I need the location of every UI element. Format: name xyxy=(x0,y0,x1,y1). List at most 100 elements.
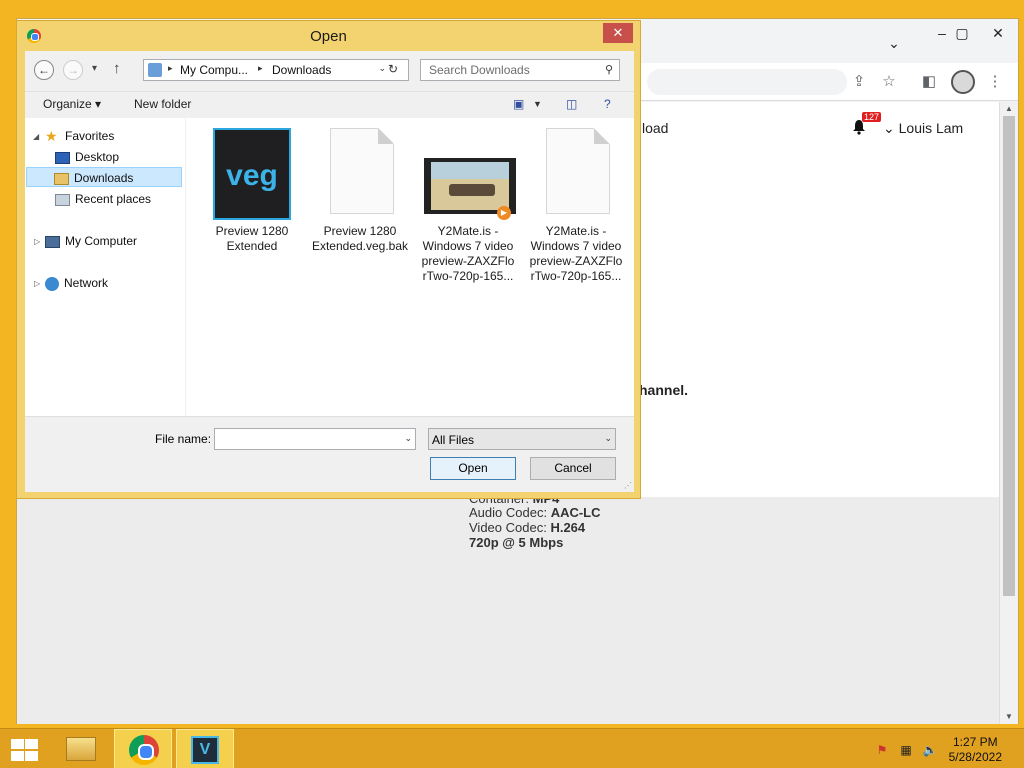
chrome-icon xyxy=(129,735,159,765)
share-icon[interactable]: ⇪ xyxy=(849,72,869,92)
file-name-label: File name: xyxy=(155,432,212,446)
open-button[interactable]: Open xyxy=(430,457,516,480)
tree-item-downloads[interactable]: Downloads xyxy=(26,167,182,187)
maximize-icon[interactable]: ▢ xyxy=(947,23,977,43)
breadcrumb-downloads[interactable]: Downloads xyxy=(272,63,331,77)
notification-count-badge: 127 xyxy=(862,112,882,122)
action-center-flag-icon[interactable]: ⚑ xyxy=(874,743,890,757)
document-file-icon xyxy=(321,128,399,218)
address-dropdown-icon[interactable]: ⌄ xyxy=(378,63,386,74)
tree-item-favorites[interactable]: ★ Favorites xyxy=(45,126,114,146)
expand-arrow-icon[interactable]: ▷ xyxy=(34,237,40,246)
recent-places-icon xyxy=(55,193,70,206)
tree-item-network[interactable]: Network xyxy=(45,273,108,293)
breadcrumb-my-computer[interactable]: My Compu... xyxy=(180,63,248,77)
chevron-down-icon: ⌄ xyxy=(883,120,895,136)
refresh-icon[interactable]: ↻ xyxy=(388,62,398,76)
navigation-pane: ◢ ★ Favorites Desktop Downloads Recent pl… xyxy=(25,118,185,416)
close-window-icon[interactable]: ✕ xyxy=(983,23,1013,43)
file-item[interactable]: Preview 1280 Extended.veg.bak xyxy=(310,128,410,254)
tab-search-icon[interactable]: ⌄ xyxy=(879,33,909,53)
downloads-folder-icon xyxy=(148,63,162,77)
downloads-folder-icon xyxy=(54,172,69,185)
play-icon: ▶ xyxy=(497,206,511,220)
file-item[interactable]: veg Preview 1280 Extended xyxy=(202,128,302,254)
preview-pane-icon[interactable]: ◫ xyxy=(566,97,577,111)
file-item[interactable]: ▶ Y2Mate.is - Windows 7 video preview-ZA… xyxy=(418,128,518,284)
chevron-down-icon[interactable]: ⌄ xyxy=(404,433,412,444)
file-item[interactable]: Y2Mate.is - Windows 7 video preview-ZAXZ… xyxy=(526,128,626,284)
address-row: ← → ▾ ↑ ▸ My Compu... ▸ Downloads ⌄ ↻ Se… xyxy=(25,51,634,91)
profile-avatar[interactable] xyxy=(951,70,975,94)
resize-grip-icon[interactable]: ⋰ xyxy=(624,481,632,490)
view-options-chevron-icon[interactable]: ▼ xyxy=(533,99,542,109)
file-type-select[interactable]: All Files ⌄ xyxy=(428,428,616,450)
menu-kebab-icon[interactable]: ⋮ xyxy=(985,72,1005,92)
breadcrumb-separator-icon[interactable]: ▸ xyxy=(168,63,173,74)
tree-item-recent-places[interactable]: Recent places xyxy=(55,189,151,209)
file-name: Preview 1280 Extended xyxy=(215,224,289,253)
computer-icon xyxy=(45,235,60,248)
network-tray-icon[interactable]: ▦ xyxy=(898,743,914,757)
new-folder-button[interactable]: New folder xyxy=(134,97,191,111)
desktop-icon xyxy=(55,151,70,164)
breadcrumb-separator-icon[interactable]: ▸ xyxy=(258,63,263,74)
vegas-pro-icon: V xyxy=(191,736,219,764)
scroll-down-arrow-icon[interactable]: ▼ xyxy=(1000,710,1018,724)
file-type-value: All Files xyxy=(432,433,475,447)
dialog-titlebar[interactable]: Open ✕ xyxy=(17,21,640,51)
tree-item-my-computer[interactable]: My Computer xyxy=(45,231,137,251)
taskbar: V ⚑ ▦ 🔈 1:27 PM 5/28/2022 xyxy=(0,728,1024,768)
video-file-icon: ▶ xyxy=(424,128,516,220)
page-channel-fragment: hannel. xyxy=(639,382,689,398)
search-icon: ⚲ xyxy=(604,64,613,76)
help-icon[interactable]: ? xyxy=(604,97,611,111)
dialog-body: ← → ▾ ↑ ▸ My Compu... ▸ Downloads ⌄ ↻ Se… xyxy=(25,51,634,492)
file-name: Preview 1280 Extended.veg.bak xyxy=(311,224,409,253)
forward-arrow-icon[interactable]: → xyxy=(63,60,83,80)
up-arrow-icon[interactable]: ↑ xyxy=(113,60,121,77)
chevron-down-icon: ⌄ xyxy=(604,433,612,443)
page-scrollbar[interactable]: ▲ ▼ xyxy=(999,102,1018,724)
user-name: Louis Lam xyxy=(898,120,964,136)
clock-time: 1:27 PM xyxy=(952,735,998,749)
volume-muted-icon[interactable]: 🔈 xyxy=(922,743,938,757)
taskbar-file-explorer[interactable] xyxy=(52,729,110,768)
dialog-title: Open xyxy=(310,28,347,45)
taskbar-chrome[interactable] xyxy=(114,729,172,768)
search-input[interactable]: Search Downloads ⚲ xyxy=(420,59,620,81)
user-menu[interactable]: ⌄ Louis Lam xyxy=(883,120,963,137)
taskbar-vegas[interactable]: V xyxy=(176,729,234,768)
dialog-footer: File name: ⌄ All Files ⌄ Open Cancel ⋰ xyxy=(25,416,634,492)
codec-quality: 720p @ 5 Mbps xyxy=(469,535,564,550)
address-breadcrumb[interactable]: ▸ My Compu... ▸ Downloads ⌄ xyxy=(143,59,409,81)
system-clock[interactable]: 1:27 PM 5/28/2022 xyxy=(949,735,1002,765)
file-name-input[interactable]: ⌄ xyxy=(214,428,416,450)
expand-arrow-icon[interactable]: ▷ xyxy=(34,279,40,288)
side-panel-icon[interactable]: ◧ xyxy=(919,72,939,92)
back-arrow-icon[interactable]: ← xyxy=(34,60,54,80)
scroll-thumb[interactable] xyxy=(1003,116,1015,596)
file-explorer-icon xyxy=(66,737,96,761)
file-name: Y2Mate.is - Windows 7 video preview-ZAXZ… xyxy=(421,224,515,283)
start-button[interactable] xyxy=(8,738,38,762)
organize-button[interactable]: Organize ▾ xyxy=(43,97,101,111)
document-file-icon xyxy=(537,128,615,218)
star-icon: ★ xyxy=(45,128,58,145)
file-list: veg Preview 1280 Extended Preview 1280 E… xyxy=(185,118,634,416)
recent-locations-chevron-icon[interactable]: ▾ xyxy=(92,63,97,74)
codec-audio: Audio Codec: AAC-LC xyxy=(469,505,601,520)
file-name: Y2Mate.is - Windows 7 video preview-ZAXZ… xyxy=(529,224,623,283)
open-file-dialog: Open ✕ ← → ▾ ↑ ▸ My Compu... ▸ Downloads… xyxy=(16,20,641,499)
change-view-icon[interactable]: ▣ xyxy=(513,97,524,111)
collapse-arrow-icon[interactable]: ◢ xyxy=(33,132,39,141)
dialog-close-button[interactable]: ✕ xyxy=(603,23,633,43)
scroll-up-arrow-icon[interactable]: ▲ xyxy=(1000,102,1018,116)
address-bar[interactable] xyxy=(647,69,847,95)
page-download-fragment: load xyxy=(642,120,669,136)
tree-item-desktop[interactable]: Desktop xyxy=(55,147,119,167)
codec-video: Video Codec: H.264 xyxy=(469,520,586,535)
veg-file-icon: veg xyxy=(213,128,291,220)
bookmark-star-icon[interactable]: ☆ xyxy=(879,72,899,92)
cancel-button[interactable]: Cancel xyxy=(530,457,616,480)
